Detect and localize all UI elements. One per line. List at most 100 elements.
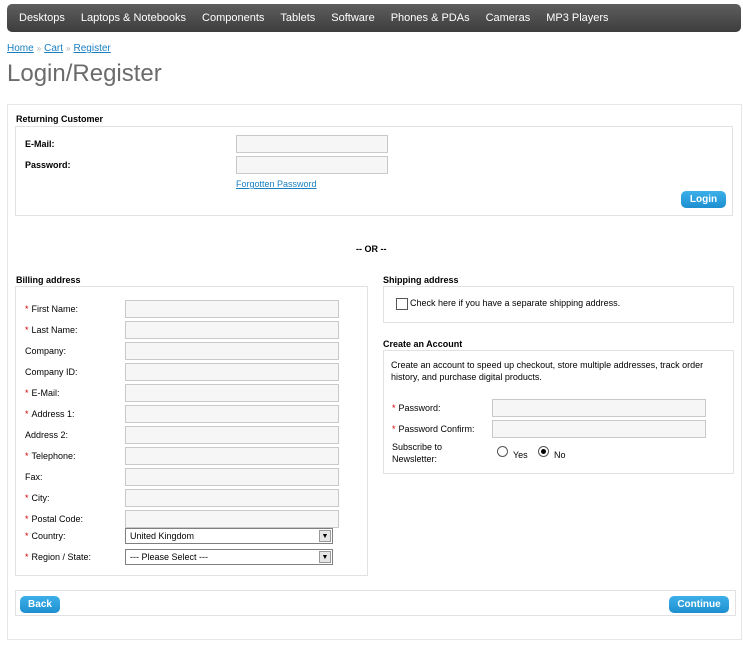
billing-field-label-text: Telephone: <box>31 451 76 461</box>
required-marker: * <box>25 451 29 461</box>
country-label: * Country: <box>25 531 66 541</box>
country-value: United Kingdom <box>130 531 195 541</box>
newsletter-yes-label: Yes <box>513 450 528 460</box>
billing-field-label: * Address 1: <box>25 409 75 419</box>
billing-field-input[interactable] <box>125 426 339 444</box>
or-divider: -- OR -- <box>356 244 387 254</box>
chevron-down-icon: ▼ <box>319 530 331 542</box>
account-confirm-input[interactable] <box>492 420 706 438</box>
required-marker: * <box>392 424 396 434</box>
billing-field-input[interactable] <box>125 468 339 486</box>
billing-field-input[interactable] <box>125 384 339 402</box>
returning-customer-heading: Returning Customer <box>16 114 104 124</box>
billing-field-label-text: Address 2: <box>25 430 69 440</box>
breadcrumb-separator: » <box>66 44 71 53</box>
account-confirm-label-text: Password Confirm: <box>398 424 475 434</box>
region-label-text: Region / State: <box>31 552 92 562</box>
billing-field-label-text: Company: <box>25 346 67 356</box>
required-marker: * <box>25 531 29 541</box>
account-description-1: Create an account to speed up checkout, … <box>391 360 704 370</box>
menu-item-laptops[interactable]: Laptops & Notebooks <box>73 12 194 24</box>
back-button[interactable]: Back <box>20 596 60 613</box>
required-marker: * <box>25 304 29 314</box>
region-value: --- Please Select --- <box>130 552 209 562</box>
account-description-2: history, and purchase digital products. <box>391 372 542 382</box>
required-marker: * <box>25 388 29 398</box>
billing-field-label-text: Address 1: <box>31 409 75 419</box>
billing-field-label: * Telephone: <box>25 451 76 461</box>
billing-field-label: Fax: <box>25 472 43 482</box>
billing-field-input[interactable] <box>125 321 339 339</box>
billing-field-label: * E-Mail: <box>25 388 60 398</box>
billing-field-label: Company ID: <box>25 367 78 377</box>
subscribe-label-1: Subscribe to <box>392 442 443 452</box>
region-label: * Region / State: <box>25 552 91 562</box>
region-select[interactable]: --- Please Select --- ▼ <box>125 549 333 565</box>
subscribe-label-2: Newsletter: <box>392 454 438 464</box>
page-title: Login/Register <box>7 60 162 87</box>
login-email-label: E-Mail: <box>25 139 55 149</box>
newsletter-yes-radio[interactable] <box>497 446 508 457</box>
breadcrumb-cart[interactable]: Cart <box>44 43 63 54</box>
billing-field-input[interactable] <box>125 300 339 318</box>
breadcrumb-separator: » <box>36 44 42 53</box>
login-password-label: Password: <box>25 160 71 170</box>
required-marker: * <box>25 493 29 503</box>
country-label-text: Country: <box>31 531 66 541</box>
required-marker: * <box>25 325 29 335</box>
required-marker: * <box>392 403 396 413</box>
login-password-input[interactable] <box>236 156 388 174</box>
required-marker: * <box>25 552 29 562</box>
billing-field-label-text: City: <box>31 493 50 503</box>
menu-item-desktops[interactable]: Desktops <box>11 12 73 24</box>
forgotten-password-link[interactable]: Forgotten Password <box>236 179 317 189</box>
account-password-input[interactable] <box>492 399 706 417</box>
billing-field-label: * Postal Code: <box>25 514 83 524</box>
billing-field-label: Company: <box>25 346 66 356</box>
menu-item-software[interactable]: Software <box>323 12 382 24</box>
continue-button[interactable]: Continue <box>669 596 729 613</box>
chevron-down-icon: ▼ <box>319 551 331 563</box>
shipping-checkbox[interactable] <box>396 298 408 310</box>
top-menu: Desktops Laptops & Notebooks Components … <box>7 4 741 32</box>
billing-field-input[interactable] <box>125 363 339 381</box>
newsletter-no-radio[interactable] <box>538 446 549 457</box>
shipping-checkbox-label: Check here if you have a separate shippi… <box>410 298 621 308</box>
account-heading: Create an Account <box>383 339 463 349</box>
required-marker: * <box>25 514 29 524</box>
billing-field-label-text: Postal Code: <box>31 514 84 524</box>
billing-field-label: * First Name: <box>25 304 78 314</box>
account-confirm-label: * Password Confirm: <box>392 424 475 434</box>
account-password-label: * Password: <box>392 403 441 413</box>
breadcrumb-home[interactable]: Home <box>7 43 34 54</box>
login-email-input[interactable] <box>236 135 388 153</box>
login-button[interactable]: Login <box>681 191 726 208</box>
buttons-bar <box>15 590 736 616</box>
billing-heading: Billing address <box>16 275 81 285</box>
menu-item-phones[interactable]: Phones & PDAs <box>383 12 478 24</box>
billing-field-input[interactable] <box>125 447 339 465</box>
account-password-label-text: Password: <box>398 403 441 413</box>
billing-field-label-text: Fax: <box>25 472 43 482</box>
billing-field-input[interactable] <box>125 489 339 507</box>
billing-field-label-text: First Name: <box>31 304 79 314</box>
billing-field-input[interactable] <box>125 405 339 423</box>
billing-field-label: * Last Name: <box>25 325 78 335</box>
country-select[interactable]: United Kingdom ▼ <box>125 528 333 544</box>
menu-item-components[interactable]: Components <box>194 12 272 24</box>
menu-item-tablets[interactable]: Tablets <box>272 12 323 24</box>
required-marker: * <box>25 409 29 419</box>
shipping-heading: Shipping address <box>383 275 459 285</box>
billing-field-input[interactable] <box>125 342 339 360</box>
billing-field-input[interactable] <box>125 510 339 528</box>
menu-item-cameras[interactable]: Cameras <box>478 12 539 24</box>
newsletter-no-label: No <box>554 450 566 460</box>
billing-field-label-text: Company ID: <box>25 367 78 377</box>
breadcrumb: Home» Cart» Register <box>7 43 111 54</box>
billing-field-label: Address 2: <box>25 430 68 440</box>
menu-item-mp3[interactable]: MP3 Players <box>538 12 616 24</box>
breadcrumb-register[interactable]: Register <box>74 43 111 54</box>
billing-field-label-text: E-Mail: <box>31 388 60 398</box>
content-panel: Returning Customer E-Mail: Password: For… <box>7 104 742 640</box>
billing-field-label: * City: <box>25 493 50 503</box>
